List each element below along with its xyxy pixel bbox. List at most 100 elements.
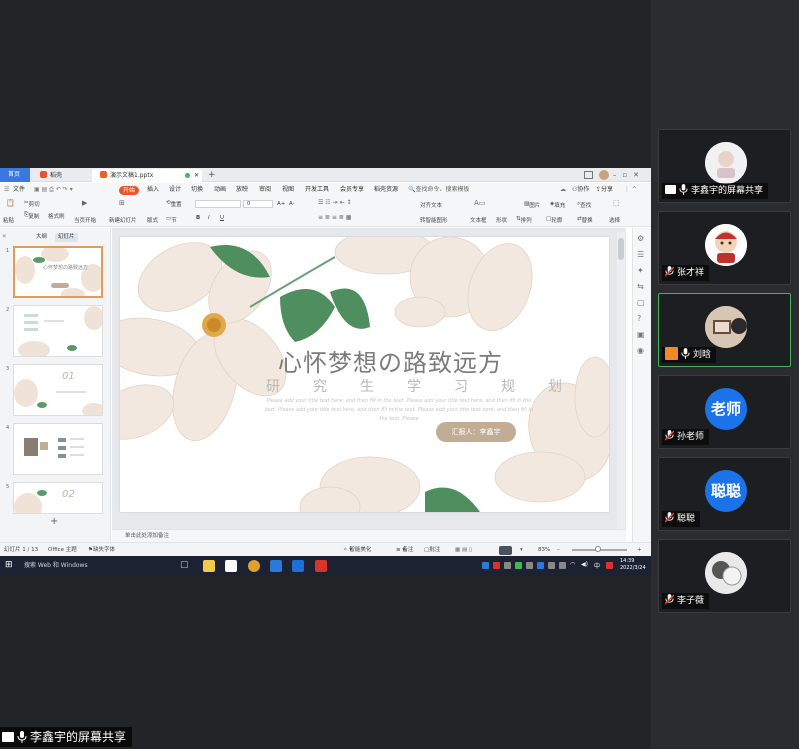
reset-button[interactable]: ⟲ 重置 [166, 200, 182, 208]
fill-button[interactable]: ◈ 填充 [550, 201, 565, 209]
windows-start-icon[interactable]: ⊞ [5, 560, 13, 570]
save-icon[interactable]: ▣ ▤ ⎙ ↶ ↷ ▾ [34, 183, 73, 197]
share-button[interactable]: ⇪ 分享 [596, 183, 613, 197]
tool-icon[interactable]: ✦ [637, 266, 644, 275]
missing-font-button[interactable]: ⚑ 缺失字体 [88, 543, 115, 557]
taskbar-search[interactable]: 搜索 Web 和 Windows [24, 556, 88, 576]
align-text-button[interactable]: 对齐文本 [420, 201, 442, 209]
menu-devtools[interactable]: 开发工具 [305, 183, 329, 197]
layout-button[interactable]: 版式 [147, 216, 158, 224]
menu-slideshow[interactable]: 放映 [236, 183, 248, 197]
tray-icon[interactable] [526, 562, 533, 569]
volume-icon[interactable]: ◀) [581, 561, 588, 568]
tab-document[interactable]: 演示文稿1.pptx ✕ [92, 169, 202, 182]
menu-start[interactable]: 开始 [119, 185, 140, 195]
tray-icon[interactable] [606, 562, 613, 569]
italic-button[interactable]: I [208, 215, 210, 221]
picture-button[interactable]: ▨ 图片 [524, 201, 540, 209]
menu-insert[interactable]: 插入 [147, 183, 159, 197]
add-slide-button[interactable]: + [50, 516, 58, 527]
tab-slides[interactable]: 幻灯片 [55, 233, 78, 242]
participant-card[interactable]: 张才祥 [658, 211, 791, 285]
smart-beautify-button[interactable]: ✧ 智能美化 ▾ [343, 543, 371, 557]
cut-button[interactable]: ✂ 剪切 [24, 200, 40, 208]
tray-icon[interactable] [559, 562, 566, 569]
tray-icon[interactable] [493, 562, 500, 569]
tool-icon[interactable]: ? [637, 314, 641, 323]
app-icon[interactable] [292, 560, 304, 572]
menu-animation[interactable]: 动画 [214, 183, 226, 197]
slide-thumbnail[interactable]: 心怀梦想の路致远方 [13, 246, 103, 298]
new-slide-icon[interactable]: ⊞ [119, 199, 125, 207]
format-painter-button[interactable]: 格式刷 [48, 212, 65, 220]
find-button[interactable]: ⌕ 查找 [577, 201, 591, 209]
bold-button[interactable]: B [196, 215, 200, 221]
shape-button[interactable]: 形状 [496, 216, 507, 224]
vertical-scrollbar[interactable] [617, 232, 625, 532]
tray-icon[interactable] [515, 562, 522, 569]
new-slide-button[interactable]: 新建幻灯片 [109, 216, 137, 224]
slide-thumbnail[interactable] [13, 305, 103, 357]
list-icons[interactable]: ☰ ☷ ⇥ ⇤ ↕ [318, 199, 351, 206]
textbox-button[interactable]: 文本框 [470, 216, 487, 224]
tab-home[interactable]: 首页 [0, 168, 30, 182]
view-mode-icons[interactable]: ▦ ▤ ▯ [455, 543, 472, 557]
menu-docer-res[interactable]: 稻壳资源 [374, 183, 398, 197]
copy-button[interactable]: ⎘ 复制 [24, 212, 39, 220]
participant-card[interactable]: 老师 孙老师 [658, 375, 791, 449]
section-button[interactable]: ▭ 节 [166, 216, 177, 224]
tray-icon[interactable] [548, 562, 555, 569]
tray-icon[interactable] [504, 562, 511, 569]
wps-icon[interactable] [315, 560, 327, 572]
tool-icon[interactable]: ▣ [637, 330, 645, 339]
chrome-icon[interactable] [248, 560, 260, 572]
font-size-select[interactable]: 0 [243, 200, 273, 208]
notes-area[interactable]: 单击此处添加备注 [112, 529, 626, 542]
participant-card[interactable]: 李鑫宇的屏幕共享 [658, 129, 791, 203]
menu-switch[interactable]: 切换 [191, 183, 203, 197]
select-button[interactable]: 选择 [609, 216, 620, 224]
play-icon[interactable]: ▶ [82, 199, 87, 207]
zoom-slider-knob[interactable] [595, 546, 601, 552]
participant-card[interactable]: 李子薇 [658, 539, 791, 613]
zoom-menu[interactable]: ▾ [520, 543, 523, 557]
tool-icon[interactable]: ☰ [637, 250, 644, 259]
menu-file[interactable]: 文件 [13, 183, 25, 197]
tool-icon[interactable]: ◉ [637, 346, 644, 355]
convert-smartart-button[interactable]: 转智能图形 [420, 216, 448, 224]
tab-outline[interactable]: 大纲 [33, 233, 50, 242]
window-layout-icon[interactable] [584, 171, 593, 179]
notes-button[interactable]: ≡ 备注 ▾ [396, 543, 413, 557]
tool-icon[interactable]: ▢ [637, 298, 645, 307]
comment-button[interactable]: ▢ 批注 [424, 543, 440, 557]
participant-card-active[interactable]: 刘晗 [658, 293, 791, 367]
reporter-badge[interactable]: 汇报人：李鑫宇 [436, 422, 516, 442]
play-slideshow-button[interactable] [499, 546, 512, 555]
slide-thumbnail[interactable]: 01 [13, 364, 103, 416]
tray-icon[interactable] [482, 562, 489, 569]
store-icon[interactable] [225, 560, 237, 572]
menu-design[interactable]: 设计 [169, 183, 181, 197]
underline-button[interactable]: U [220, 215, 224, 221]
command-search[interactable]: 🔍 查找命令、搜索模板 [408, 183, 470, 197]
arrange-button[interactable]: ⇅ 排列 [516, 216, 532, 224]
font-name-select[interactable] [195, 200, 241, 208]
zoom-in-button[interactable]: + [637, 543, 642, 557]
outline-button[interactable]: □ 轮廓 [546, 216, 562, 224]
paste-icon[interactable]: 📋 [6, 199, 15, 207]
meeting-app-icon[interactable] [270, 560, 282, 572]
tab-docer[interactable]: 稻壳 [32, 169, 87, 182]
slide-thumbnail[interactable] [13, 423, 103, 475]
tool-icon[interactable]: ⚙ [637, 234, 644, 243]
current-slide[interactable]: 心怀梦想の路致远方 研究生学习规划 Please add your title … [120, 237, 609, 512]
textbox-icon[interactable]: A▭ [474, 199, 485, 207]
file-explorer-icon[interactable] [203, 560, 215, 572]
menu-review[interactable]: 审阅 [259, 183, 271, 197]
ime-icon[interactable]: 中 [594, 561, 600, 570]
tray-icon[interactable] [537, 562, 544, 569]
align-icons[interactable]: ≡ ≣ ≡ ≣ ▦ [318, 214, 351, 221]
user-avatar[interactable] [599, 170, 609, 180]
slide-thumbnail[interactable]: 02 [13, 482, 103, 514]
select-icon[interactable]: ⬚ [613, 199, 620, 207]
menu-view[interactable]: 视图 [282, 183, 294, 197]
